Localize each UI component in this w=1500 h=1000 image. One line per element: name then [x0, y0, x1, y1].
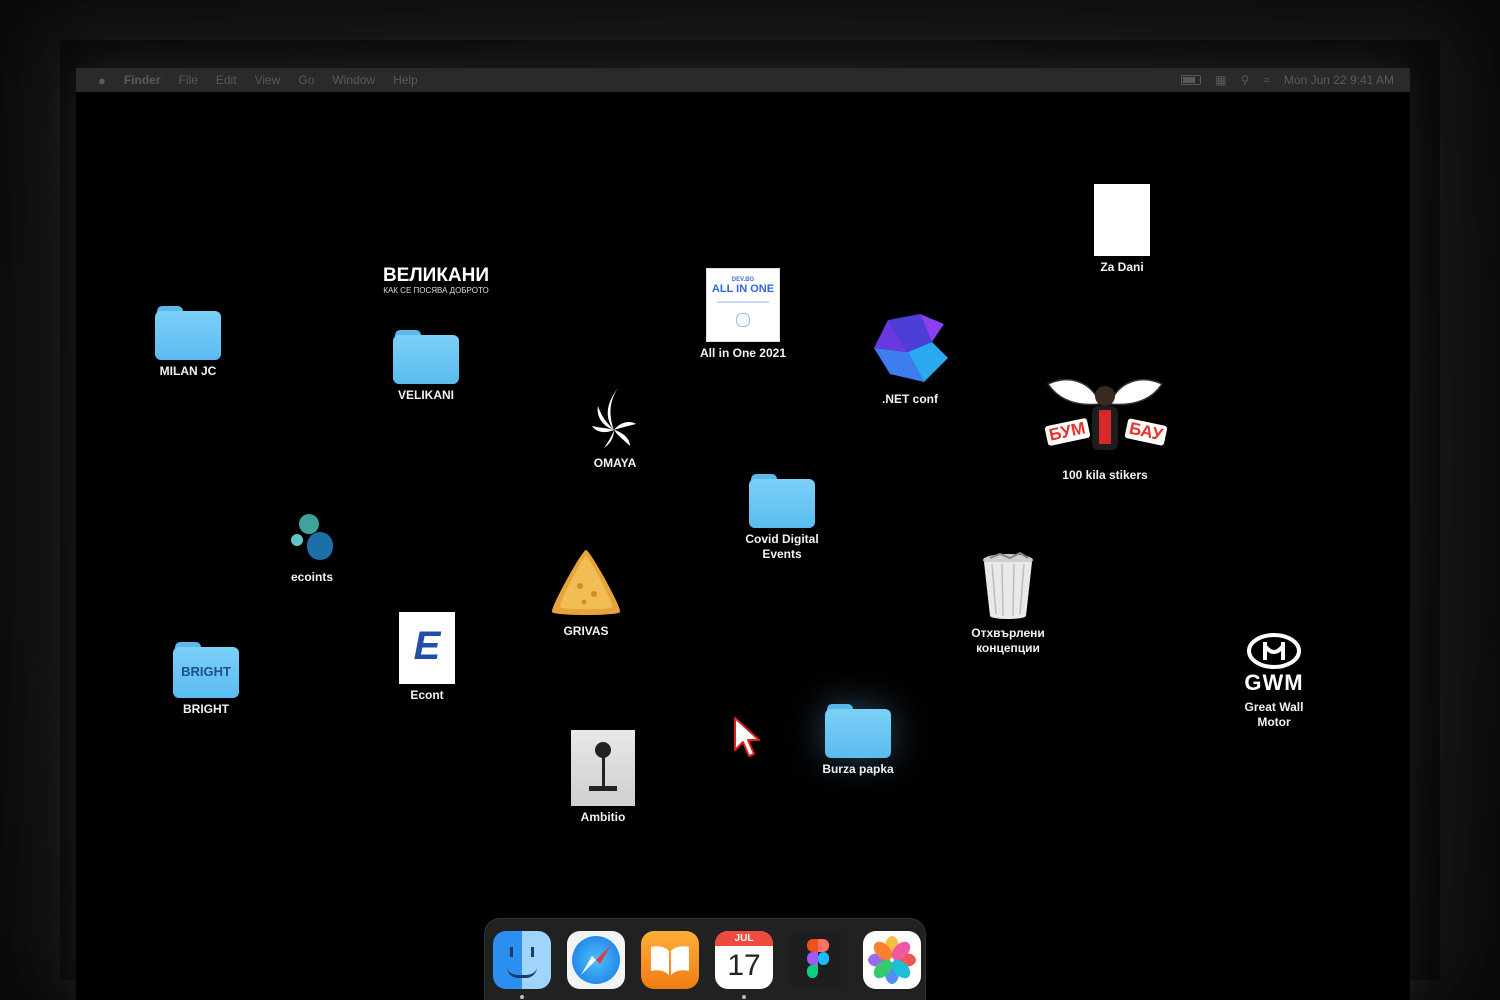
menu-go[interactable]: Go [298, 73, 314, 87]
icon-label: MILAN JC [159, 364, 217, 378]
icon-label: OMAYA [593, 456, 637, 470]
desktop-icon-grivas[interactable]: GRIVAS [536, 546, 636, 639]
ecoints-logo-icon [287, 512, 337, 566]
menu-window[interactable]: Window [332, 73, 375, 87]
desktop-icon-ecoints[interactable]: ecoints [272, 512, 352, 585]
menu-bar: ● Finder File Edit View Go Window Help ▦… [76, 68, 1410, 92]
calendar-icon[interactable]: JUL 17 [715, 931, 773, 989]
gwm-emblem-icon [1247, 633, 1301, 669]
desktop-icon-all-in-one[interactable]: DEV.BG ALL IN ONE All in One 2021 [688, 268, 798, 361]
calendar-running-dot [742, 995, 746, 999]
desktop-icon-great-wall-motor[interactable]: GWM Great Wall Motor [1224, 632, 1324, 730]
econt-logo-icon: E [399, 612, 455, 684]
icon-label: 100 kila stikers [1062, 468, 1148, 482]
trash-bin-icon [983, 552, 1033, 619]
menu-file[interactable]: File [179, 73, 198, 87]
folder-icon [393, 330, 459, 384]
finder-running-dot [520, 995, 524, 999]
icon-label: Great Wall Motor [1244, 700, 1304, 729]
folder-icon [825, 704, 891, 758]
mac-screen: ● Finder File Edit View Go Window Help ▦… [76, 68, 1410, 1000]
bright-folder-icon: BRIGHT [173, 642, 239, 698]
thumb-title: ALL IN ONE [711, 283, 775, 295]
icon-label: Covid Digital Events [745, 532, 819, 561]
clock[interactable]: Mon Jun 22 9:41 AM [1284, 73, 1394, 87]
apple-icon[interactable]: ● [98, 73, 106, 88]
icon-label: .NET conf [882, 392, 938, 406]
blank-document-icon [1094, 184, 1150, 256]
desktop-icon-rejected-concepts[interactable]: Отхвърлени концепции [956, 552, 1060, 656]
icon-label: BRIGHT [183, 702, 229, 716]
icon-label: VELIKANI [397, 388, 454, 402]
desktop-icon-ambitio[interactable]: Ambitio [562, 730, 644, 825]
icon-label: Отхвърлени концепции [971, 626, 1045, 655]
search-icon[interactable]: ⚲ [1241, 73, 1250, 87]
mouse-cursor-icon [734, 717, 760, 757]
folder-icon [155, 306, 221, 360]
velikani-banner[interactable]: ВЕЛИКАНИ КАК СЕ ПОСЯВА ДОБРОТО [376, 266, 496, 296]
all-in-one-thumbnail-icon: DEV.BG ALL IN ONE [706, 268, 780, 342]
control-center-icon[interactable]: ▦ [1215, 73, 1226, 87]
desktop-icon-milan-jc[interactable]: MILAN JC [138, 306, 238, 379]
icon-label: All in One 2021 [699, 346, 787, 360]
desktop-icon-omaya[interactable]: OMAYA [570, 386, 660, 471]
photos-icon[interactable] [863, 931, 921, 989]
desktop-icon-za-dani[interactable]: Za Dani [1082, 184, 1162, 275]
desktop-icon-econt[interactable]: E Econt [390, 612, 464, 703]
figma-icon[interactable] [789, 931, 847, 989]
desktop-icon-burza-papka[interactable]: Burza papka [806, 704, 910, 777]
dock: JUL 17 [484, 918, 926, 1000]
icon-label: Ambitio [580, 810, 626, 824]
menu-view[interactable]: View [255, 73, 281, 87]
menu-app-name[interactable]: Finder [124, 73, 161, 87]
icon-label: Za Dani [1100, 260, 1144, 274]
calendar-month: JUL [715, 931, 773, 946]
net-conf-logo-icon [874, 314, 948, 382]
desktop-icon-stickers[interactable]: БУМ БАУ 100 kila stikers [1038, 374, 1172, 483]
bum-bau-sticker-icon: БУМ БАУ [1040, 374, 1170, 464]
icon-label: Burza papka [822, 762, 894, 776]
books-icon[interactable] [641, 931, 699, 989]
gwm-wordmark: GWM [1244, 670, 1304, 695]
icon-label: Econt [410, 688, 444, 702]
wifi-icon[interactable]: ≈ [1263, 73, 1270, 87]
desktop-icon-net-conf[interactable]: .NET conf [862, 312, 958, 407]
menu-edit[interactable]: Edit [216, 73, 237, 87]
bright-thumb-text: BRIGHT [181, 664, 231, 679]
econt-letter: E [413, 624, 441, 668]
menu-help[interactable]: Help [393, 73, 418, 87]
desktop-icon-covid-digital-events[interactable]: Covid Digital Events [732, 474, 832, 562]
desktop-icon-bright[interactable]: BRIGHT BRIGHT [156, 642, 256, 717]
finder-icon[interactable] [493, 931, 551, 989]
desktop-icon-velikani[interactable]: VELIKANI [376, 330, 476, 403]
folder-icon [749, 474, 815, 528]
thumb-top: DEV.BG [731, 277, 755, 283]
omaya-logo-icon [592, 388, 636, 448]
velikani-title: ВЕЛИКАНИ [382, 265, 490, 286]
ambitio-lamp-icon [571, 730, 635, 806]
icon-label: GRIVAS [563, 624, 609, 638]
safari-icon[interactable] [567, 931, 625, 989]
grivas-chip-icon [551, 550, 621, 615]
calendar-day: 17 [727, 949, 761, 982]
velikani-subtitle: КАК СЕ ПОСЯВА ДОБРОТО [383, 286, 489, 295]
icon-label: ecoints [290, 570, 333, 584]
battery-icon[interactable] [1181, 75, 1202, 85]
